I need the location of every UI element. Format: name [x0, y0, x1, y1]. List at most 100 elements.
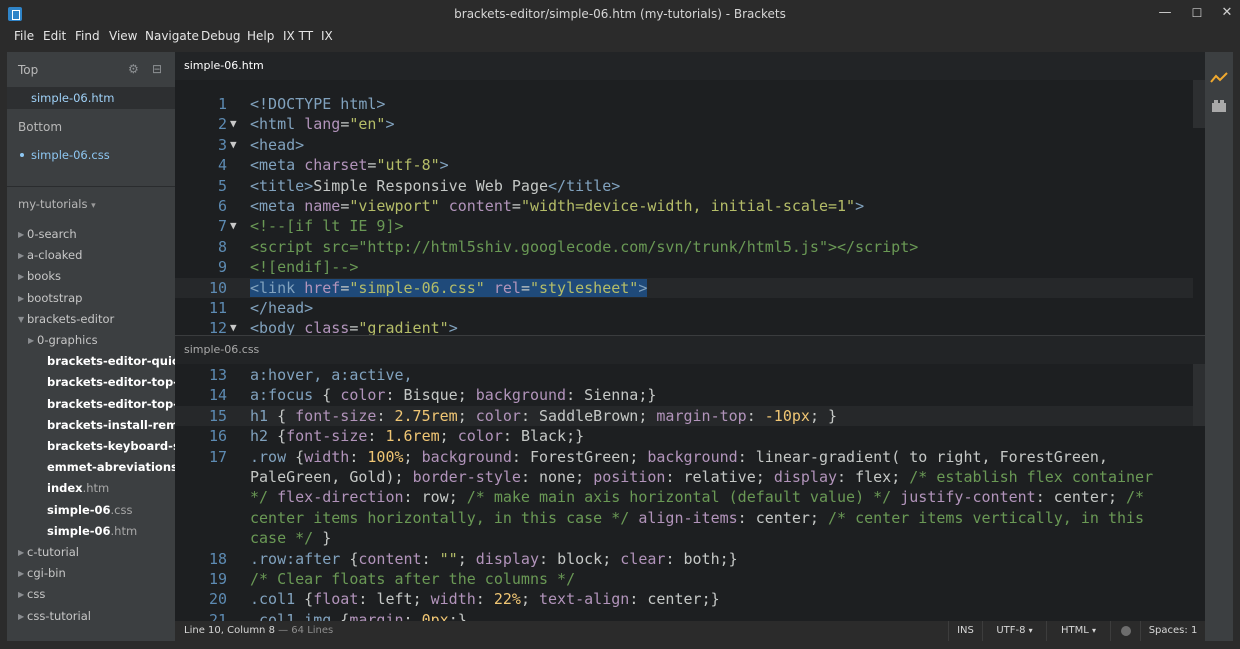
- folder-collapsed-icon[interactable]: ▶: [18, 266, 24, 287]
- fold-toggle-icon[interactable]: ▼: [230, 216, 244, 236]
- code-line[interactable]: 6 <meta name="viewport" content="width=de…: [175, 196, 1193, 216]
- menu-help[interactable]: Help: [247, 29, 274, 43]
- language-select[interactable]: HTML ▾: [1046, 621, 1110, 641]
- folder-collapsed-icon[interactable]: ▶: [18, 542, 24, 563]
- tree-folder-item[interactable]: ▶ cgi-bin: [7, 563, 175, 584]
- spaces-value[interactable]: 1: [1191, 625, 1197, 636]
- tree-file-item[interactable]: brackets-keyboard-shortc: [7, 436, 175, 457]
- working-file-simple-06-htm[interactable]: simple-06.htm: [7, 87, 175, 109]
- code-line[interactable]: 17 .row {width: 100%; background: ForestG…: [175, 447, 1193, 467]
- code-text: .row {width: 100%; background: ForestGre…: [250, 447, 1108, 466]
- code-text: <body class="gradient">: [250, 319, 458, 335]
- code-line[interactable]: center items horizontally, in this case …: [175, 508, 1193, 528]
- code-line[interactable]: 7 ▼ <!--[if lt IE 9]>: [175, 216, 1193, 236]
- code-line[interactable]: 3 ▼ <head>: [175, 135, 1193, 155]
- editor-pane-bottom[interactable]: simple-06.css 13 a:hover, a:active, 14 a:fo…: [175, 336, 1205, 621]
- tree-folder-item[interactable]: ▼ brackets-editor: [7, 309, 175, 330]
- folder-collapsed-icon[interactable]: ▶: [28, 330, 34, 351]
- fold-toggle-icon[interactable]: ▼: [230, 318, 244, 335]
- code-line[interactable]: 20 .col1 {float: left; width: 22%; text-a…: [175, 589, 1193, 609]
- scrollbar-thumb-top[interactable]: [1193, 80, 1205, 128]
- fold-toggle-icon[interactable]: ▼: [230, 135, 244, 155]
- code-line[interactable]: 14 a:focus { color: Bisque; background: S…: [175, 385, 1193, 405]
- extension-manager-icon[interactable]: [1210, 98, 1228, 114]
- scrollbar-thumb-bottom[interactable]: [1193, 364, 1205, 426]
- folder-collapsed-icon[interactable]: ▶: [18, 563, 24, 584]
- project-title[interactable]: my-tutorials ▾: [18, 197, 96, 211]
- pane-filename-top[interactable]: simple-06.htm: [184, 59, 264, 72]
- live-preview-icon[interactable]: [1210, 70, 1228, 86]
- close-button[interactable]: ✕: [1212, 3, 1240, 23]
- code-line[interactable]: 13 a:hover, a:active,: [175, 365, 1193, 385]
- line-number: 20: [208, 590, 227, 609]
- code-line[interactable]: 9 <![endif]-->: [175, 257, 1193, 277]
- menu-file[interactable]: File: [14, 29, 34, 43]
- tree-folder-item[interactable]: ▶ 0-search: [7, 224, 175, 245]
- code-line[interactable]: 15 h1 { font-size: 2.75rem; color: Saddle…: [175, 405, 1193, 427]
- insert-mode-toggle[interactable]: INS: [948, 621, 982, 641]
- tree-file-item[interactable]: emmet-abreviations.htm: [7, 457, 175, 478]
- window-title: brackets-editor/simple-06.htm (my-tutori…: [454, 7, 786, 21]
- code-line[interactable]: 19 /* Clear floats after the columns */: [175, 569, 1193, 589]
- folder-collapsed-icon[interactable]: ▶: [18, 245, 24, 266]
- tree-file-item[interactable]: brackets-editor-top-them: [7, 394, 175, 415]
- menu-ix[interactable]: IX: [321, 29, 333, 43]
- tree-folder-item[interactable]: ▶ books: [7, 266, 175, 287]
- menu-edit[interactable]: Edit: [43, 29, 66, 43]
- menu-find[interactable]: Find: [75, 29, 100, 43]
- split-view-icon[interactable]: ⊟: [152, 62, 162, 76]
- code-line[interactable]: 21 .col1 img {margin: 0px;}: [175, 610, 1193, 621]
- code-line[interactable]: 16 h2 {font-size: 1.6rem; color: Black;}: [175, 426, 1193, 446]
- tree-file-item[interactable]: index.htm: [7, 478, 175, 499]
- folder-expanded-icon[interactable]: ▼: [18, 309, 24, 330]
- code-line[interactable]: 10 <link href="simple-06.css" rel="styles…: [175, 277, 1193, 298]
- tree-folder-item[interactable]: ▶ 0-graphics: [7, 330, 175, 351]
- code-text: <link href="simple-06.css" rel="styleshe…: [250, 278, 648, 297]
- folder-collapsed-icon[interactable]: ▶: [18, 288, 24, 309]
- line-number: 6: [217, 197, 227, 215]
- folder-collapsed-icon[interactable]: ▶: [18, 224, 24, 245]
- tree-file-item[interactable]: brackets-editor-quick-edi: [7, 351, 175, 372]
- maximize-button[interactable]: ☐: [1182, 3, 1212, 23]
- code-line[interactable]: */ flex-direction: row; /* make main axi…: [175, 487, 1193, 507]
- menu-navigate[interactable]: Navigate: [145, 29, 199, 43]
- code-line[interactable]: 8 <script src="http://html5shiv.googlecod…: [175, 237, 1193, 257]
- gear-icon[interactable]: ⚙: [128, 62, 139, 76]
- editor-pane-top[interactable]: simple-06.htm 1 <!DOCTYPE html> 2 ▼ <html la…: [175, 52, 1205, 335]
- minimize-button[interactable]: —: [1150, 3, 1180, 23]
- menu-view[interactable]: View: [109, 29, 137, 43]
- tree-item-label: 0-graphics: [37, 333, 98, 347]
- encoding-select[interactable]: UTF-8 ▾: [982, 621, 1046, 641]
- code-line[interactable]: 4 <meta charset="utf-8">: [175, 155, 1193, 175]
- working-set-bottom-label: Bottom: [18, 120, 63, 134]
- folder-collapsed-icon[interactable]: ▶: [18, 606, 24, 627]
- tree-folder-item[interactable]: ▶ bootstrap: [7, 288, 175, 309]
- folder-collapsed-icon[interactable]: ▶: [18, 584, 24, 605]
- working-file-simple-06-css[interactable]: simple-06.css: [7, 144, 175, 166]
- code-line[interactable]: 5 <title>Simple Responsive Web Page</titl…: [175, 176, 1193, 196]
- code-line[interactable]: PaleGreen, Gold); border-style: none; po…: [175, 467, 1193, 487]
- tree-folder-item[interactable]: ▶ css: [7, 584, 175, 605]
- tree-file-item[interactable]: brackets-editor-top-exter: [7, 372, 175, 393]
- tree-folder-item[interactable]: ▶ c-tutorial: [7, 542, 175, 563]
- code-line[interactable]: 2 ▼ <html lang="en">: [175, 114, 1193, 134]
- tree-folder-item[interactable]: ▶ a-cloaked: [7, 245, 175, 266]
- line-number: 5: [217, 176, 227, 195]
- tree-file-item[interactable]: simple-06.htm: [7, 521, 175, 542]
- tree-file-item[interactable]: simple-06.css: [7, 500, 175, 521]
- tree-folder-item[interactable]: ▶ css-tutorial: [7, 606, 175, 627]
- tree-file-item[interactable]: brackets-install-remove-e: [7, 415, 175, 436]
- linter-status[interactable]: [1110, 621, 1140, 641]
- code-line[interactable]: 11 </head>: [175, 298, 1193, 318]
- pane-filename-bottom[interactable]: simple-06.css: [184, 343, 259, 356]
- fold-toggle-icon[interactable]: ▼: [230, 114, 244, 134]
- code-line[interactable]: 1 <!DOCTYPE html>: [175, 94, 1193, 114]
- code-line[interactable]: 18 .row:after {content: ""; display: bloc…: [175, 549, 1193, 569]
- language-label: HTML: [1060, 625, 1089, 636]
- indent-setting[interactable]: Spaces: 1: [1140, 621, 1205, 641]
- tree-file-name: simple-06.css: [47, 500, 133, 521]
- menu-ix-tt[interactable]: IX TT: [283, 29, 313, 43]
- menu-debug[interactable]: Debug: [201, 29, 240, 43]
- code-line[interactable]: 12 ▼ <body class="gradient">: [175, 318, 1193, 335]
- code-line[interactable]: case */ }: [175, 528, 1193, 548]
